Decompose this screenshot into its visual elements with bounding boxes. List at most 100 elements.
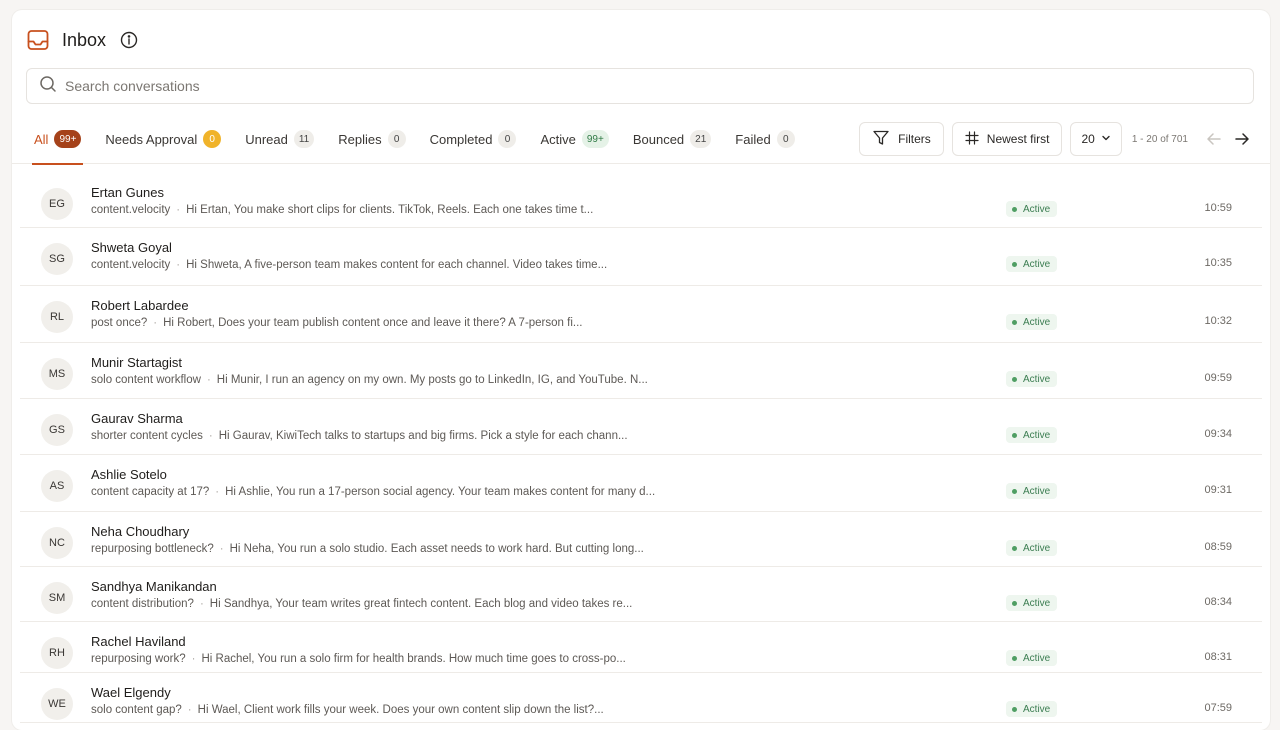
tab-completed[interactable]: Completed 0: [418, 114, 529, 164]
tab-count-badge: 0: [203, 130, 222, 148]
per-page-select[interactable]: 20: [1070, 122, 1122, 156]
message-subject: solo content workflow: [91, 374, 201, 386]
conversation-row[interactable]: RL Robert Labardee post once? · Hi Robert, D…: [20, 286, 1262, 343]
tab-count-badge: 21: [690, 130, 712, 148]
message-subject: repurposing work?: [91, 653, 186, 665]
contact-name: Munir Startagist: [91, 355, 183, 370]
conversation-row[interactable]: AS Ashlie Sotelo content capacity at 17? · H…: [20, 455, 1262, 512]
status-dot-icon: [1012, 545, 1017, 551]
conversation-row[interactable]: RH Rachel Haviland repurposing work? · Hi Ra…: [20, 622, 1262, 673]
message-subject: repurposing bottleneck?: [91, 543, 214, 555]
message-subject: shorter content cycles: [91, 430, 203, 442]
message-preview: Hi Gaurav, KiwiTech talks to startups an…: [218, 430, 628, 442]
status-label: Active: [1023, 652, 1051, 664]
tab-count-badge: 99+: [54, 130, 82, 148]
tab-count-badge: 99+: [581, 130, 609, 148]
avatar: MS: [41, 358, 73, 390]
tab-bounced[interactable]: Bounced 21: [621, 114, 723, 164]
tab-needs-approval[interactable]: Needs Approval 0: [93, 114, 233, 164]
filters-button[interactable]: Filters: [859, 122, 944, 156]
per-page-value: 20: [1081, 132, 1095, 146]
status-dot-icon: [1012, 261, 1017, 267]
avatar: WE: [41, 688, 73, 720]
filters-label: Filters: [898, 132, 931, 146]
status-label: Active: [1023, 316, 1051, 328]
tab-count-badge: 0: [498, 130, 517, 148]
tab-count-badge: 11: [293, 130, 315, 148]
message-time: 08:34: [1204, 596, 1232, 608]
status-dot-icon: [1012, 600, 1017, 606]
tab-failed[interactable]: Failed 0: [723, 114, 806, 164]
status-badge: Active: [1006, 540, 1058, 556]
tab-label: Active: [540, 131, 576, 147]
message-time: 10:32: [1204, 315, 1232, 327]
separator-dot: ·: [191, 653, 196, 665]
message-summary: post once? · Hi Robert, Does your team pub…: [91, 317, 582, 329]
prev-page-arrow-icon[interactable]: [1200, 125, 1228, 153]
message-summary: content distribution? · Hi Sandhya, Your t…: [91, 598, 632, 610]
message-preview: Hi Shweta, A five-person team makes cont…: [186, 259, 608, 271]
list-controls: Filters Newest first 20 1 - 20 of 701: [851, 121, 1256, 157]
separator-dot: ·: [208, 430, 213, 442]
tab-active[interactable]: Active 99+: [528, 114, 620, 164]
status-dot-icon: [1012, 432, 1017, 438]
tab-unread[interactable]: Unread 11: [233, 114, 326, 164]
conversation-row[interactable]: MS Munir Startagist solo content workflow ·…: [20, 343, 1262, 399]
next-page-arrow-icon[interactable]: [1228, 125, 1256, 153]
separator-dot: ·: [206, 374, 211, 386]
contact-name: Ashlie Sotelo: [91, 467, 167, 482]
avatar: EG: [41, 188, 73, 220]
conversation-row[interactable]: GS Gaurav Sharma shorter content cycles · Hi…: [20, 399, 1262, 455]
status-label: Active: [1023, 373, 1051, 385]
search-input[interactable]: [65, 78, 1253, 94]
contact-name: Sandhya Manikandan: [91, 579, 217, 594]
conversation-row[interactable]: EG Ertan Gunes content.velocity · Hi Ertan, …: [20, 165, 1262, 228]
message-subject: content capacity at 17?: [91, 486, 210, 498]
status-badge: Active: [1006, 201, 1058, 217]
status-badge: Active: [1006, 483, 1058, 499]
message-time: 10:59: [1204, 202, 1232, 214]
message-preview: Hi Sandhya, Your team writes great finte…: [209, 598, 633, 610]
tab-all[interactable]: All 99+: [22, 114, 93, 165]
contact-name: Shweta Goyal: [91, 240, 172, 255]
status-badge: Active: [1006, 701, 1058, 717]
avatar: SM: [41, 582, 73, 614]
separator-dot: ·: [199, 598, 204, 610]
avatar: AS: [41, 470, 73, 502]
conversation-row[interactable]: NC Neha Choudhary repurposing bottleneck? ·…: [20, 512, 1262, 567]
status-dot-icon: [1012, 319, 1017, 325]
separator-dot: ·: [176, 259, 181, 271]
filter-icon: [872, 129, 898, 150]
status-label: Active: [1023, 258, 1051, 270]
inbox-panel: Inbox All 99+ Needs Approval 0 Unread 11 Repli…: [12, 10, 1270, 730]
sort-button[interactable]: Newest first: [951, 122, 1063, 156]
tab-label: Failed: [735, 131, 771, 147]
message-preview: Hi Robert, Does your team publish conten…: [163, 317, 583, 329]
avatar: RL: [41, 301, 73, 333]
message-summary: repurposing bottleneck? · Hi Neha, You run…: [91, 543, 644, 555]
info-icon[interactable]: [120, 31, 138, 49]
filter-tabs-bar: All 99+ Needs Approval 0 Unread 11 Replies 0 Com…: [12, 114, 1270, 165]
tab-replies[interactable]: Replies 0: [326, 114, 417, 164]
tab-count-badge: 0: [776, 130, 795, 148]
separator-dot: ·: [176, 204, 181, 216]
tab-count-badge: 0: [387, 130, 406, 148]
avatar: RH: [41, 637, 73, 669]
conversation-list: EG Ertan Gunes content.velocity · Hi Ertan, …: [20, 165, 1262, 723]
separator-dot: ·: [187, 704, 192, 716]
message-preview: Hi Munir, I run an agency on my own. My …: [216, 374, 648, 386]
separator-dot: ·: [219, 543, 224, 555]
message-preview: Hi Wael, Client work fills your week. Do…: [197, 704, 604, 716]
conversation-row[interactable]: WE Wael Elgendy solo content gap? · Hi Wael,…: [20, 673, 1262, 723]
status-badge: Active: [1006, 371, 1058, 387]
tab-label: Bounced: [632, 131, 685, 147]
conversation-row[interactable]: SG Shweta Goyal content.velocity · Hi Shweta…: [20, 228, 1262, 286]
contact-name: Wael Elgendy: [91, 685, 171, 700]
sort-icon: [965, 130, 987, 148]
message-time: 09:31: [1204, 484, 1232, 496]
status-label: Active: [1023, 542, 1051, 554]
pagination-range: 1 - 20 of 701: [1131, 133, 1188, 145]
status-label: Active: [1023, 485, 1051, 497]
status-dot-icon: [1012, 488, 1017, 494]
conversation-row[interactable]: SM Sandhya Manikandan content distribution…: [20, 567, 1262, 622]
